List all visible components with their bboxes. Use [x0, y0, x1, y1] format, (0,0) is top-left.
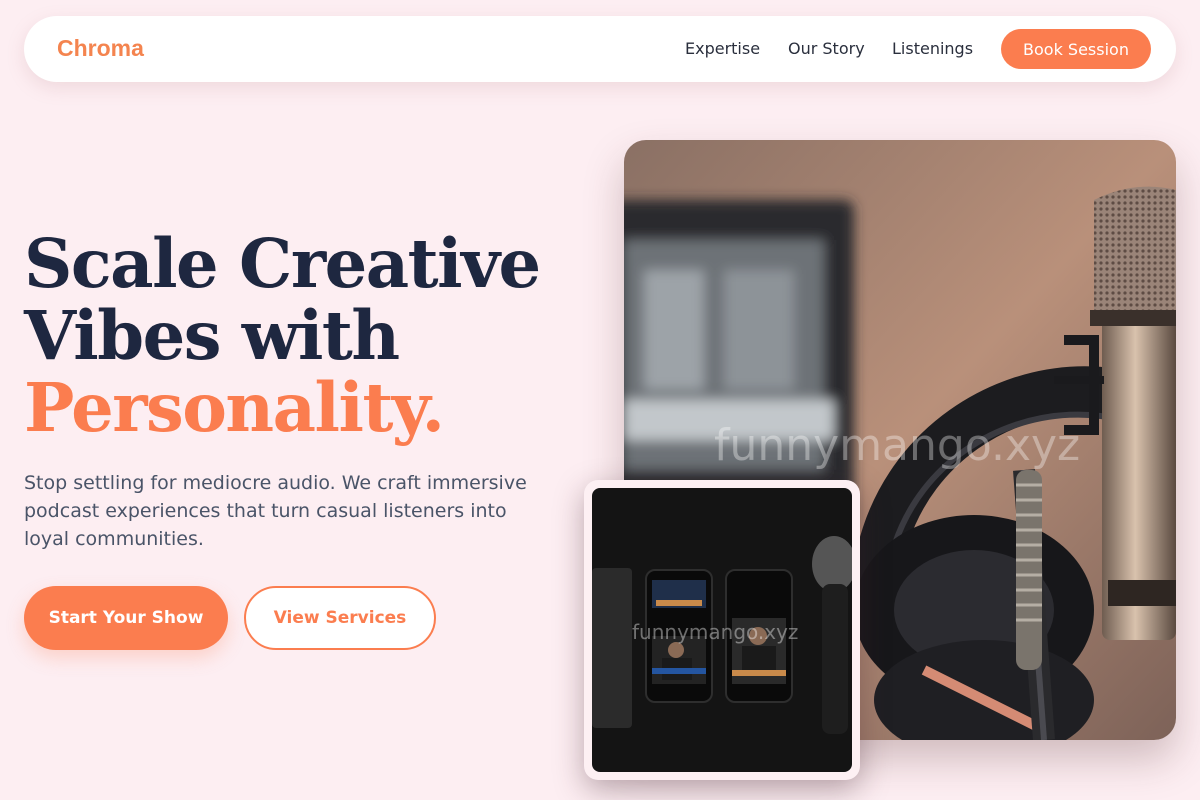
headline-line-1: Scale Creative: [24, 224, 541, 303]
navbar: Chroma Expertise Our Story Listenings Bo…: [24, 16, 1176, 82]
book-session-button[interactable]: Book Session: [1001, 29, 1151, 69]
hero-subtext: Stop settling for mediocre audio. We cra…: [24, 472, 527, 550]
inset-photo-phones: funnymango.xyz: [592, 488, 852, 772]
nav-link-our-story[interactable]: Our Story: [788, 39, 865, 58]
nav-link-expertise[interactable]: Expertise: [685, 39, 760, 58]
view-services-button[interactable]: View Services: [244, 586, 436, 650]
hero-headline: Scale Creative Vibes with Personality.: [24, 224, 541, 447]
inset-photo-card: funnymango.xyz: [584, 480, 860, 780]
start-your-show-button[interactable]: Start Your Show: [24, 586, 228, 650]
nav-link-listenings[interactable]: Listenings: [892, 39, 973, 58]
headline-accent: Personality.: [24, 368, 445, 447]
brand-logo[interactable]: Chroma: [57, 35, 144, 62]
headline-line-2: Vibes with: [24, 296, 400, 375]
phones-illustration: [592, 488, 852, 772]
